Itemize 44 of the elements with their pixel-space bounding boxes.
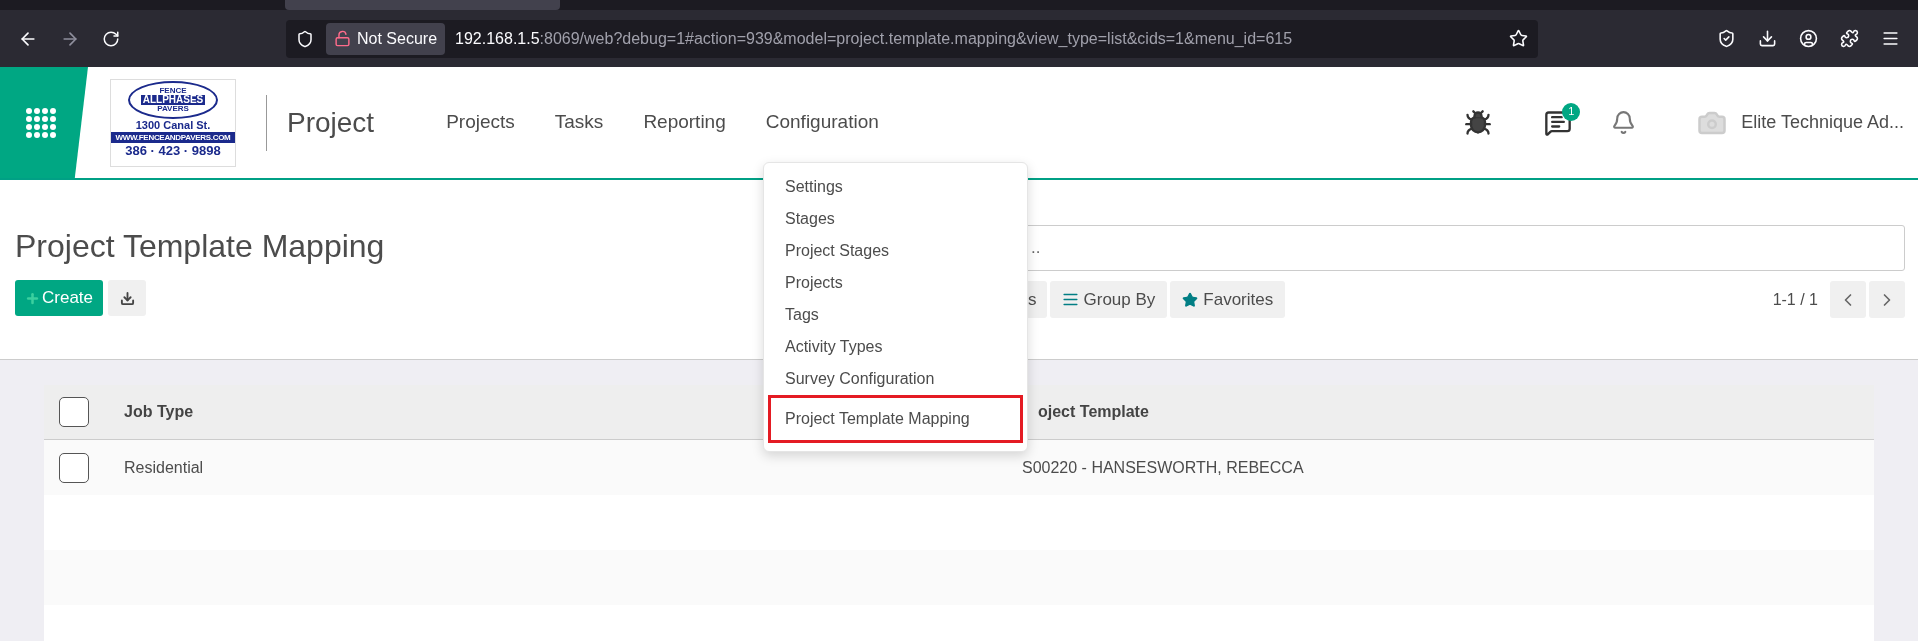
dropdown-item[interactable]: Survey Configuration [768, 363, 1023, 395]
pager-count[interactable]: 1-1 / 1 [1772, 287, 1818, 312]
messages-icon[interactable] [1544, 108, 1573, 137]
apps-grid-icon [26, 107, 56, 138]
account-icon[interactable] [1799, 29, 1818, 48]
company-logo: FENCE ALLPHASES PAVERS 1300 Canal St. WWW.FENCEANDPAVERS.COM 386 · 423 · 9898 [110, 78, 236, 167]
lock-icon [334, 30, 351, 47]
download-icon [119, 290, 135, 306]
download-icon[interactable] [1758, 29, 1777, 48]
url-text: 192.168.1.5:8069/web?debug=1#action=939&model=project.template.mapping&view_type=list&cids=1&menu_id=615 [455, 28, 1293, 49]
star-icon [1182, 291, 1199, 308]
reload-icon[interactable] [102, 29, 120, 48]
site-info-button[interactable]: Not Secure [326, 22, 446, 55]
dropdown-item[interactable]: Project Template Mapping [768, 395, 1023, 443]
extensions-icon[interactable] [1840, 29, 1859, 48]
filter-button[interactable]: Group By [1049, 281, 1168, 318]
select-all-checkbox[interactable] [59, 397, 89, 427]
menu-item[interactable]: Projects [446, 108, 515, 137]
menu-item[interactable]: Configuration [765, 108, 879, 137]
list-icon [1061, 291, 1079, 308]
menu-icon[interactable] [1881, 29, 1900, 48]
filter-button[interactable]: Favorites [1170, 281, 1286, 318]
shield-icon[interactable] [296, 29, 314, 48]
dropdown-item[interactable]: Tags [768, 299, 1023, 331]
user-name[interactable]: Elite Technique Ad... [1741, 109, 1904, 136]
column-header[interactable]: Job Type [124, 403, 194, 420]
menu-item[interactable]: Tasks [554, 108, 604, 137]
menu-item[interactable]: Reporting [643, 108, 726, 137]
message-count-badge: 1 [1562, 102, 1581, 121]
plus-icon [25, 290, 40, 306]
table-cell: Residential [124, 458, 204, 476]
bell-icon[interactable] [1611, 110, 1637, 135]
dropdown-item[interactable]: Activity Types [768, 331, 1023, 363]
table-cell-text: S00220 - HANSESWORTH, REBECCA [1022, 457, 1304, 478]
column-header[interactable]: oject Template [1038, 400, 1149, 424]
address-bar[interactable]: Not Secure 192.168.1.5:8069/web?debug=1#action=939&model=project.template.mapping&view_type=list&cids=1&menu_id=615 [286, 19, 1538, 58]
download-button[interactable] [108, 280, 147, 316]
bug-icon[interactable] [1464, 108, 1493, 137]
row-checkbox[interactable] [59, 452, 89, 483]
page-title: Project Template Mapping [15, 227, 385, 266]
bookmark-star-icon[interactable] [1509, 29, 1528, 48]
apps-menu-button[interactable] [0, 67, 88, 178]
app-title: Project [287, 105, 375, 140]
dropdown-item[interactable]: Settings [768, 171, 1023, 203]
